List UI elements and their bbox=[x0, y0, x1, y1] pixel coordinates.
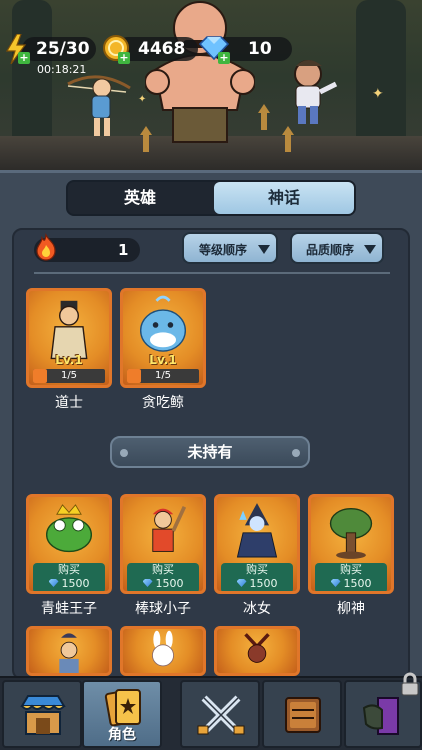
nav-shop[interactable] bbox=[2, 680, 82, 748]
energy-counter[interactable]: 25/30 bbox=[22, 37, 96, 61]
crossed-swords-icon bbox=[197, 695, 245, 735]
archer-character-art bbox=[67, 75, 131, 136]
gem-value: 10 bbox=[248, 39, 272, 59]
dropdown-triangle-icon bbox=[258, 245, 270, 254]
diamond-icon bbox=[330, 579, 341, 587]
strongman-character-art bbox=[145, 1, 255, 143]
shop-card-ice-maiden[interactable]: 购买 1500 bbox=[214, 494, 300, 594]
tree-silhouette bbox=[356, 0, 406, 150]
diamond-icon bbox=[48, 579, 59, 587]
flame-icon bbox=[36, 233, 56, 261]
lock-icon bbox=[401, 672, 419, 696]
buy-label: 购买 bbox=[246, 563, 268, 576]
energy-value: 25/30 bbox=[36, 39, 90, 59]
add-energy-icon[interactable]: + bbox=[18, 52, 30, 64]
price: 1500 bbox=[155, 577, 184, 590]
tab-myth[interactable]: 神话 bbox=[214, 182, 354, 214]
dropdown-triangle-icon bbox=[364, 245, 376, 254]
sparkle-icon: ✦ bbox=[138, 94, 147, 105]
shop-card-baseball-kid[interactable]: 购买 1500 bbox=[120, 494, 206, 594]
diamond-icon bbox=[236, 579, 247, 587]
price: 1500 bbox=[249, 577, 278, 590]
level-up-arrow-icon bbox=[140, 126, 152, 152]
price: 1500 bbox=[61, 577, 90, 590]
shop-card-partial[interactable] bbox=[214, 626, 300, 676]
level-up-arrow-icon bbox=[282, 126, 294, 152]
card-progress-bar: 1/5 bbox=[33, 369, 105, 383]
card-progress-text: 1/5 bbox=[154, 370, 172, 381]
card-name: 青蛙王子 bbox=[41, 601, 97, 617]
buy-button[interactable]: 购买 1500 bbox=[315, 563, 387, 591]
card-level: Lv.1 bbox=[55, 353, 83, 367]
add-coins-icon[interactable]: + bbox=[118, 52, 130, 64]
energy-timer: 00:18:21 bbox=[37, 63, 87, 76]
card-name: 柳神 bbox=[337, 601, 365, 617]
buy-button[interactable]: 购买 1500 bbox=[33, 563, 105, 591]
shop-card-willow-god[interactable]: 购买 1500 bbox=[308, 494, 394, 594]
card-progress-bar: 1/5 bbox=[127, 369, 199, 383]
buy-button[interactable]: 购买 1500 bbox=[221, 563, 293, 591]
buy-label: 购买 bbox=[58, 563, 80, 576]
divider bbox=[34, 272, 390, 274]
price: 1500 bbox=[343, 577, 372, 590]
shop-card-partial[interactable] bbox=[120, 626, 206, 676]
tab-heroes[interactable]: 英雄 bbox=[70, 182, 210, 214]
buy-label: 购买 bbox=[340, 563, 362, 576]
card-level: Lv.1 bbox=[149, 353, 177, 367]
card-name: 道士 bbox=[55, 395, 83, 411]
decorative-dot bbox=[292, 449, 300, 457]
progress-fill bbox=[33, 369, 48, 383]
shop-card-partial[interactable] bbox=[26, 626, 112, 676]
unowned-section-header: 未持有 bbox=[110, 436, 310, 468]
coin-value: 4468 bbox=[138, 39, 186, 59]
buy-button[interactable]: 购买 1500 bbox=[127, 563, 199, 591]
shop-stall-icon bbox=[20, 695, 66, 735]
sparkle-icon: ✦ bbox=[372, 86, 384, 102]
sort-by-quality-label: 品质顺序 bbox=[305, 243, 354, 257]
shop-card-frog-prince[interactable]: 购买 1500 bbox=[26, 494, 112, 594]
nav-battle[interactable] bbox=[180, 680, 260, 748]
rabbit-portrait bbox=[152, 630, 174, 667]
door-icon bbox=[362, 697, 399, 735]
hero-banner: ✦ ✦ bbox=[0, 0, 422, 172]
level-up-arrow-icon bbox=[258, 104, 270, 130]
sort-by-quality-button[interactable]: 品质顺序 bbox=[290, 232, 384, 264]
decorative-dot bbox=[120, 449, 128, 457]
fire-count-value: 1 bbox=[118, 241, 129, 259]
armored-warrior-portrait bbox=[244, 633, 270, 663]
unowned-label: 未持有 bbox=[187, 443, 233, 461]
diamond-icon bbox=[142, 579, 153, 587]
card-name: 棒球小子 bbox=[135, 601, 191, 617]
card-name: 贪吃鲸 bbox=[142, 395, 184, 411]
sort-by-level-label: 等级顺序 bbox=[198, 243, 247, 257]
category-tabs: 英雄 神话 bbox=[66, 180, 356, 216]
nav-book[interactable] bbox=[262, 680, 342, 748]
sort-by-level-button[interactable]: 等级顺序 bbox=[182, 232, 278, 264]
nav-characters[interactable]: 角色 bbox=[82, 680, 162, 748]
kid-character-art bbox=[294, 60, 338, 124]
swordsman-portrait bbox=[59, 633, 79, 673]
buy-label: 购买 bbox=[152, 563, 174, 576]
add-gems-icon[interactable]: + bbox=[218, 52, 230, 64]
book-icon bbox=[285, 697, 321, 733]
progress-fill bbox=[127, 369, 142, 383]
nav-characters-label: 角色 bbox=[108, 727, 136, 743]
card-name: 冰女 bbox=[243, 601, 271, 617]
owned-card-taoist[interactable]: Lv.1 1/5 bbox=[26, 288, 112, 388]
card-progress-text: 1/5 bbox=[60, 370, 78, 381]
owned-card-whale[interactable]: Lv.1 1/5 bbox=[120, 288, 206, 388]
